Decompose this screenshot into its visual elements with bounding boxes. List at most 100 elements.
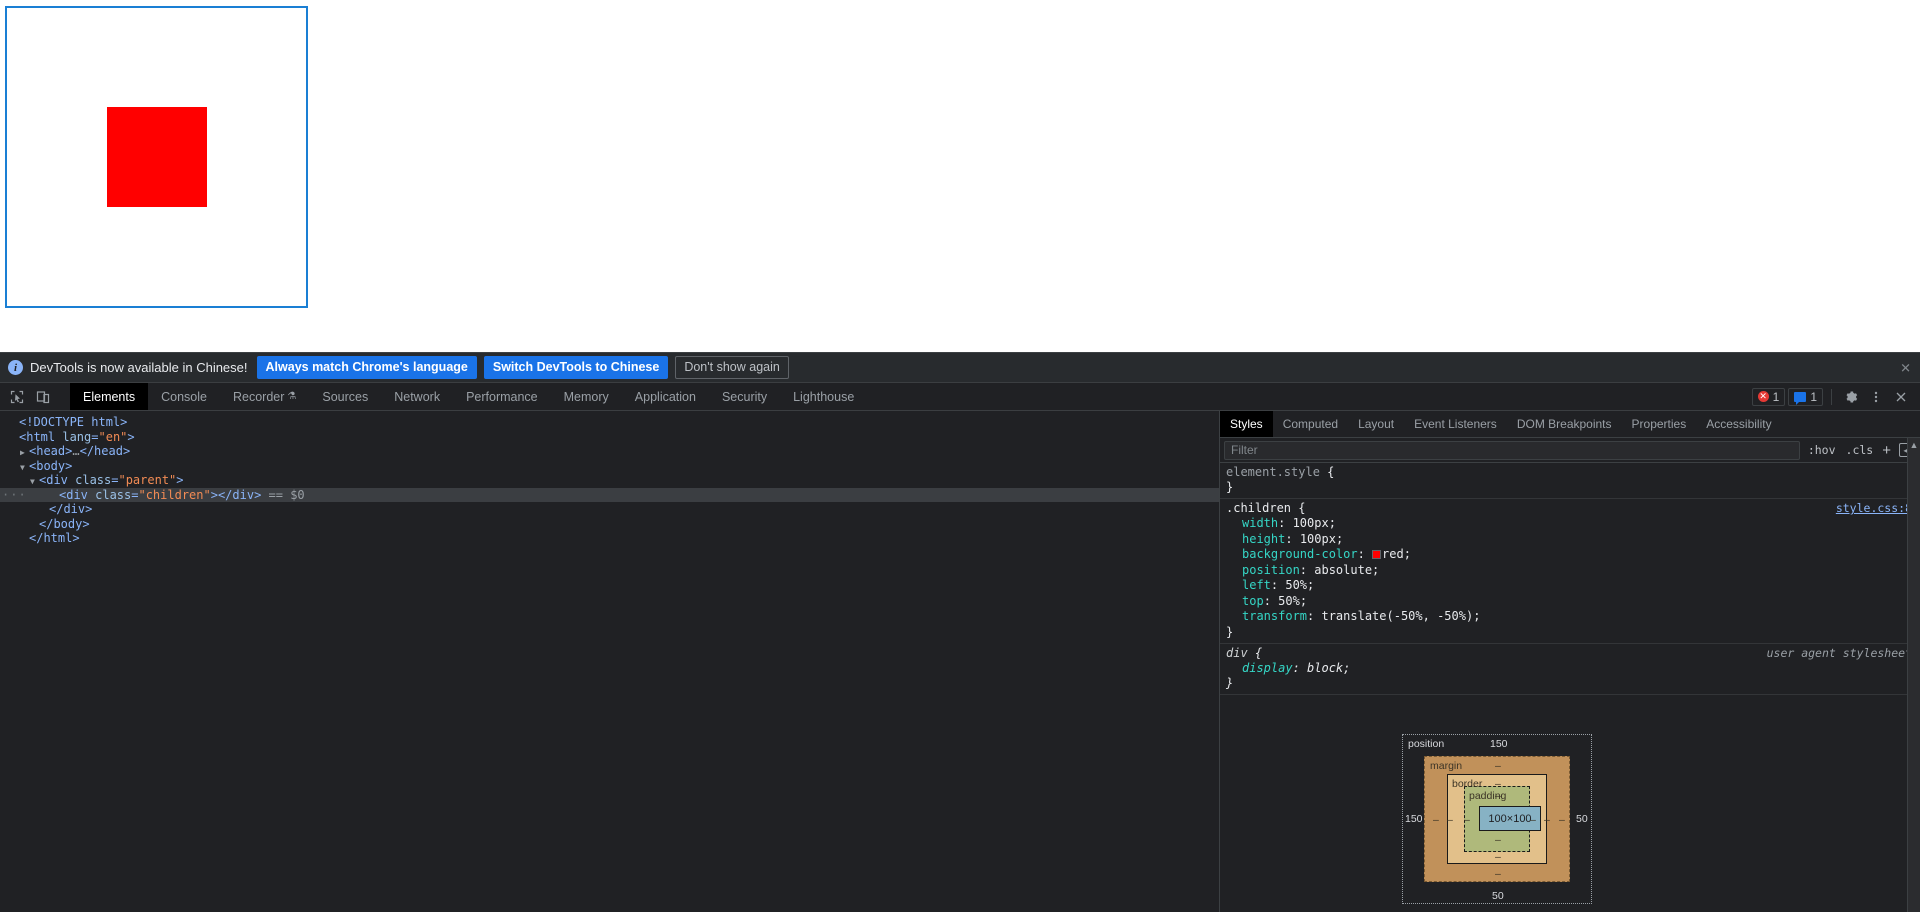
css-declaration[interactable]: transform: translate(-50%, -50%);: [1220, 609, 1920, 625]
box-model-border-top[interactable]: –: [1495, 778, 1501, 790]
css-rule[interactable]: div {user agent stylesheet display: block…: [1220, 644, 1920, 695]
devtools-panel: i DevTools is now available in Chinese! …: [0, 352, 1920, 912]
box-model-position-top[interactable]: 150: [1490, 738, 1508, 750]
css-rule[interactable]: .children {style.css:8 width: 100px; heigh…: [1220, 499, 1920, 644]
stylesheet-source-link[interactable]: style.css:8: [1836, 501, 1912, 516]
box-model-margin-right[interactable]: –: [1559, 814, 1565, 826]
styles-tab-styles[interactable]: Styles: [1220, 411, 1273, 437]
kebab-menu-icon[interactable]: [1865, 386, 1887, 408]
styles-tab-event-listeners[interactable]: Event Listeners: [1404, 411, 1507, 437]
tab-label: Memory: [563, 389, 609, 404]
dom-node[interactable]: ▼ <div class="parent">: [0, 473, 1219, 488]
css-property[interactable]: position: [1242, 563, 1300, 577]
styles-scrollbar[interactable]: ▲: [1907, 438, 1920, 912]
error-count-badge[interactable]: ✕ 1: [1751, 387, 1786, 406]
message-count-badge[interactable]: 1: [1788, 387, 1823, 406]
box-model-margin-top[interactable]: –: [1495, 760, 1501, 772]
box-model-border-right[interactable]: –: [1544, 814, 1550, 826]
css-declaration[interactable]: position: absolute;: [1220, 563, 1920, 579]
css-selector[interactable]: element.style: [1226, 465, 1320, 479]
tab-memory[interactable]: Memory: [551, 383, 622, 410]
dom-node[interactable]: ▶ <head>…</head>: [0, 444, 1219, 459]
css-declaration[interactable]: background-color: red;: [1220, 547, 1920, 563]
cls-toggle-button[interactable]: .cls: [1841, 443, 1879, 457]
box-model-position-bottom[interactable]: 50: [1492, 890, 1504, 902]
css-declaration[interactable]: top: 50%;: [1220, 594, 1920, 610]
node-menu-icon[interactable]: ···: [2, 488, 27, 503]
css-property[interactable]: height: [1242, 532, 1285, 546]
styles-tab-accessibility[interactable]: Accessibility: [1696, 411, 1781, 437]
css-declaration[interactable]: display: block;: [1220, 661, 1920, 677]
css-property[interactable]: top: [1242, 594, 1264, 608]
css-selector[interactable]: .children: [1226, 501, 1291, 515]
styles-filter-input[interactable]: [1224, 440, 1800, 460]
close-devtools-icon[interactable]: [1890, 386, 1912, 408]
css-property[interactable]: background-color: [1242, 547, 1358, 561]
box-model-padding-right[interactable]: –: [1530, 814, 1536, 826]
styles-tab-layout[interactable]: Layout: [1348, 411, 1404, 437]
dom-node-markup: <html lang="en">: [19, 429, 135, 444]
box-model-position-right[interactable]: 50: [1576, 813, 1588, 825]
css-rule[interactable]: element.style {}: [1220, 463, 1920, 499]
new-style-rule-button[interactable]: +: [1878, 442, 1895, 459]
css-property[interactable]: width: [1242, 516, 1278, 530]
css-value[interactable]: absolute: [1314, 563, 1372, 577]
tab-console[interactable]: Console: [148, 383, 220, 410]
tab-performance[interactable]: Performance: [453, 383, 551, 410]
css-value[interactable]: 50%: [1285, 578, 1307, 592]
scroll-up-arrow-icon[interactable]: ▲: [1908, 438, 1920, 452]
tab-network[interactable]: Network: [381, 383, 453, 410]
dom-node[interactable]: </div>: [0, 502, 1219, 517]
css-property[interactable]: left: [1242, 578, 1271, 592]
box-model-padding-left[interactable]: –: [1464, 814, 1470, 826]
css-property[interactable]: transform: [1242, 609, 1307, 623]
close-icon[interactable]: ✕: [1900, 361, 1911, 374]
styles-filter-bar: :hov .cls + ◀: [1220, 438, 1920, 463]
css-declaration[interactable]: height: 100px;: [1220, 532, 1920, 548]
color-swatch[interactable]: [1372, 550, 1382, 559]
box-model-border-left[interactable]: –: [1447, 814, 1453, 826]
css-declaration[interactable]: width: 100px;: [1220, 516, 1920, 532]
css-value[interactable]: 100px: [1300, 532, 1336, 546]
always-match-chrome-language-button[interactable]: Always match Chrome's language: [256, 356, 477, 379]
css-declaration[interactable]: left: 50%;: [1220, 578, 1920, 594]
css-value[interactable]: red: [1382, 547, 1404, 561]
dom-node-selected[interactable]: ··· <div class="children"></div> == $0: [0, 487, 1219, 503]
dom-node[interactable]: <!DOCTYPE html>: [0, 415, 1219, 430]
box-model-position-left[interactable]: 150: [1405, 813, 1423, 825]
tab-recorder[interactable]: Recorder ⚗: [220, 383, 309, 410]
css-value[interactable]: block: [1307, 661, 1343, 675]
styles-tab-computed[interactable]: Computed: [1273, 411, 1348, 437]
tab-elements[interactable]: Elements: [70, 383, 149, 410]
switch-devtools-to-chinese-button[interactable]: Switch DevTools to Chinese: [483, 356, 669, 379]
styles-tab-dom-breakpoints[interactable]: DOM Breakpoints: [1507, 411, 1622, 437]
tab-application[interactable]: Application: [622, 383, 709, 410]
inspect-element-icon[interactable]: [6, 386, 28, 408]
dom-node-markup: </html>: [29, 531, 80, 545]
box-model-border-bottom[interactable]: –: [1495, 851, 1501, 863]
gear-icon[interactable]: [1840, 386, 1862, 408]
page-viewport: [0, 0, 1920, 352]
dont-show-again-button[interactable]: Don't show again: [675, 356, 789, 379]
tab-label: Console: [161, 389, 207, 404]
styles-tab-properties[interactable]: Properties: [1622, 411, 1697, 437]
dom-node[interactable]: <html lang="en">: [0, 430, 1219, 445]
box-model-padding-bottom[interactable]: –: [1495, 834, 1501, 846]
dom-node[interactable]: </html>: [0, 531, 1219, 546]
css-value[interactable]: translate(-50%, -50%): [1321, 609, 1473, 623]
box-model-margin-left[interactable]: –: [1433, 814, 1439, 826]
dom-tree-pane[interactable]: <!DOCTYPE html> <html lang="en"> ▶ <head>…<…: [0, 411, 1219, 912]
dom-node[interactable]: ▼ <body>: [0, 459, 1219, 474]
tab-security[interactable]: Security: [709, 383, 780, 410]
css-value[interactable]: 100px: [1293, 516, 1329, 530]
css-selector[interactable]: div: [1226, 646, 1248, 660]
box-model-padding-top[interactable]: –: [1495, 790, 1501, 802]
box-model-margin-bottom[interactable]: –: [1495, 868, 1501, 880]
dom-node[interactable]: </body>: [0, 517, 1219, 532]
hov-toggle-button[interactable]: :hov: [1803, 443, 1841, 457]
tab-lighthouse[interactable]: Lighthouse: [780, 383, 867, 410]
css-value[interactable]: 50%: [1278, 594, 1300, 608]
device-toolbar-icon[interactable]: [32, 386, 54, 408]
css-property[interactable]: display: [1242, 661, 1293, 675]
tab-sources[interactable]: Sources: [309, 383, 381, 410]
